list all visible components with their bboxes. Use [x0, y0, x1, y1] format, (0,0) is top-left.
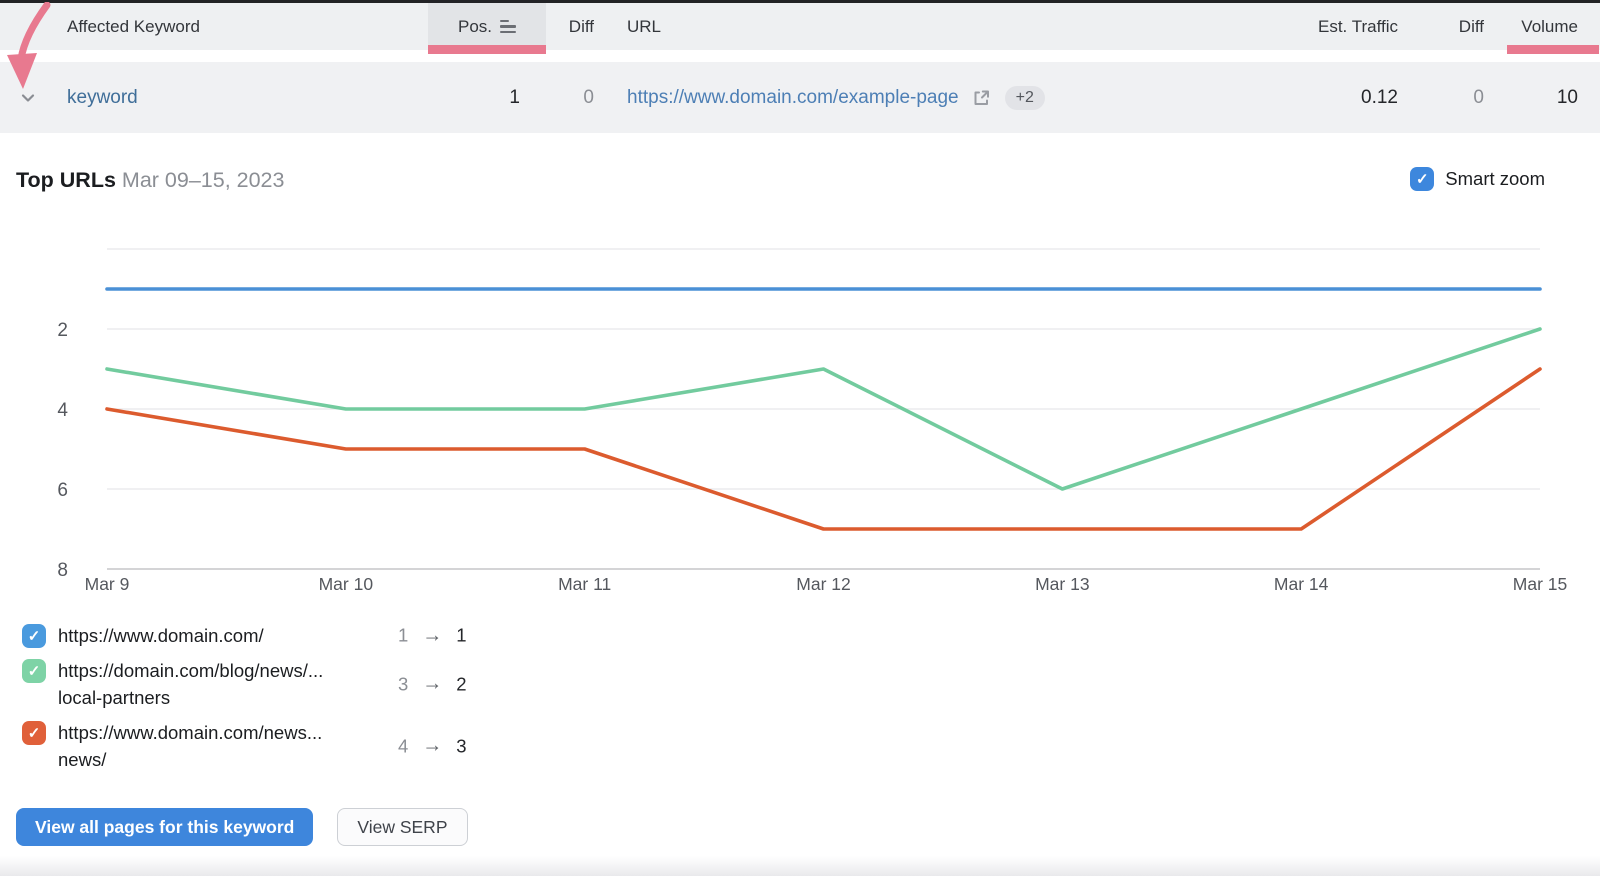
keyword-link[interactable]: keyword: [67, 62, 138, 133]
svg-text:Mar 13: Mar 13: [1035, 574, 1089, 594]
position-trend-plot: 2 4 6 8 Mar 9 Mar 10 Mar 11 Mar 12 Mar 13 Mar 14 M…: [0, 240, 1600, 612]
legend-item: ✓ https://domain.com/blog/news/...local-…: [16, 657, 776, 711]
more-urls-badge[interactable]: +2: [1005, 86, 1045, 110]
svg-text:6: 6: [57, 480, 68, 501]
position-change: 4 → 3: [398, 735, 467, 758]
svg-text:Mar 12: Mar 12: [796, 574, 850, 594]
pos-header-label: Pos.: [458, 17, 492, 37]
position-to: 2: [456, 673, 466, 695]
keyword-detail-panel: Affected Keyword Pos. Diff URL Est. Traf…: [0, 0, 1600, 876]
arrow-right-icon: →: [422, 673, 442, 696]
top-urls-title: Top URLs: [16, 168, 116, 192]
arrow-right-icon: →: [422, 624, 442, 647]
legend-item: ✓ https://www.domain.com/news...news/ 4 …: [16, 719, 776, 773]
series-checkbox-orange[interactable]: ✓: [22, 721, 46, 745]
view-all-pages-button[interactable]: View all pages for this keyword: [16, 808, 313, 846]
svg-text:Mar 11: Mar 11: [558, 574, 611, 594]
volume-column-highlight: [1507, 45, 1599, 54]
legend-url-label[interactable]: https://www.domain.com/news...news/: [58, 719, 358, 773]
svg-text:2: 2: [57, 320, 68, 341]
column-header-diff[interactable]: Diff: [514, 3, 594, 50]
position-value: 1: [440, 62, 520, 133]
column-header-url[interactable]: URL: [627, 3, 661, 50]
svg-text:Mar 10: Mar 10: [319, 574, 374, 594]
traffic-diff-value: 0: [1404, 62, 1484, 133]
smart-zoom-toggle[interactable]: ✓ Smart zoom: [1410, 167, 1545, 191]
svg-text:Mar 9: Mar 9: [85, 574, 130, 594]
position-change: 3 → 2: [398, 673, 467, 696]
svg-text:8: 8: [57, 560, 68, 581]
column-header-est-traffic[interactable]: Est. Traffic: [1258, 3, 1398, 50]
url-link[interactable]: https://www.domain.com/example-page: [627, 87, 959, 109]
row-expand-button[interactable]: [10, 62, 46, 133]
chevron-down-icon: [18, 88, 38, 108]
chart-legend: ✓ https://www.domain.com/ 1 → 1 ✓ https:…: [16, 622, 776, 781]
keyword-table-row: keyword 1 0 https://www.domain.com/examp…: [0, 62, 1600, 133]
svg-text:Mar 14: Mar 14: [1274, 574, 1329, 594]
column-header-diff-2[interactable]: Diff: [1404, 3, 1484, 50]
svg-text:Mar 15: Mar 15: [1513, 574, 1567, 594]
position-from: 1: [398, 625, 408, 647]
position-to: 3: [456, 735, 466, 757]
diff-value: 0: [514, 62, 594, 133]
series-checkbox-green[interactable]: ✓: [22, 659, 46, 683]
smart-zoom-label: Smart zoom: [1445, 168, 1545, 190]
series-checkbox-blue[interactable]: ✓: [22, 624, 46, 648]
view-serp-button[interactable]: View SERP: [337, 808, 467, 846]
date-range-label: Mar 09–15, 2023: [122, 168, 285, 192]
legend-item: ✓ https://www.domain.com/ 1 → 1: [16, 622, 776, 649]
action-buttons: View all pages for this keyword View SER…: [16, 808, 468, 846]
position-from: 4: [398, 735, 408, 757]
section-title: Top URLs Mar 09–15, 2023: [16, 168, 284, 193]
top-urls-chart[interactable]: 2 4 6 8 Mar 9 Mar 10 Mar 11 Mar 12 Mar 13 Mar 14 M…: [0, 240, 1600, 612]
position-from: 3: [398, 673, 408, 695]
external-link-icon[interactable]: [971, 88, 991, 108]
url-cell: https://www.domain.com/example-page +2: [627, 62, 1045, 133]
legend-url-label[interactable]: https://www.domain.com/: [58, 622, 358, 649]
est-traffic-value: 0.12: [1258, 62, 1398, 133]
legend-url-label[interactable]: https://domain.com/blog/news/...local-pa…: [58, 657, 358, 711]
position-to: 1: [456, 625, 466, 647]
pos-column-highlight: [428, 45, 546, 54]
volume-value: 10: [1478, 62, 1578, 133]
table-header-row: Affected Keyword Pos. Diff URL Est. Traf…: [0, 3, 1600, 50]
arrow-right-icon: →: [422, 735, 442, 758]
svg-text:4: 4: [57, 400, 68, 421]
column-header-affected-keyword[interactable]: Affected Keyword: [67, 3, 200, 50]
position-change: 1 → 1: [398, 624, 467, 647]
bottom-shadow: [0, 856, 1600, 876]
smart-zoom-checkbox-icon[interactable]: ✓: [1410, 167, 1434, 191]
column-header-volume[interactable]: Volume: [1478, 3, 1578, 50]
